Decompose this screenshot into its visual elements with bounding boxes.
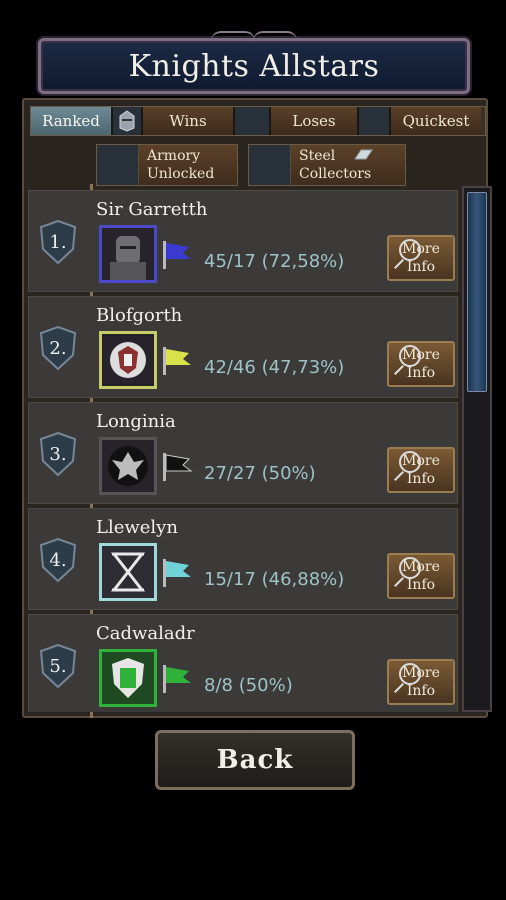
filter-label: Armory Unlocked [139,145,237,185]
player-name: Sir Garretth [96,199,208,220]
banner-flag-icon [163,559,191,587]
title-banner: Knights Allstars [38,31,470,94]
crest-avatar-icon [99,331,157,389]
shield-icon: 2. [37,325,79,371]
win-loss-score: 15/17 (46,88%) [204,569,345,590]
magnifier-icon [399,663,421,685]
tab-wins[interactable]: Wins [143,107,235,135]
rank-number: 3. [49,443,67,465]
shield-icon: 1. [37,219,79,265]
banner-flag-icon [163,665,191,693]
tab-loses[interactable]: Loses [271,107,359,135]
filter-label: Steel Collectors [291,145,405,185]
eagle-avatar-icon [99,437,157,495]
player-name: Blofgorth [96,305,183,326]
player-name: Longinia [96,411,176,432]
filter-armory-unlocked[interactable]: Armory Unlocked [96,144,238,186]
tab-icon-slot [235,107,271,135]
more-info-button[interactable]: More Info [387,341,455,387]
hourglass-avatar-icon [99,543,157,601]
win-loss-score: 45/17 (72,58%) [204,251,345,272]
win-loss-score: 27/27 (50%) [204,463,316,484]
tab-label: Quickest [402,112,470,130]
table-row: 3. Longinia 27/27 (50%) More Info [28,402,458,504]
tab-quickest[interactable]: Quickest [391,107,481,135]
steel-ingot-icon [354,149,373,160]
magnifier-icon [399,451,421,473]
filter-checkbox[interactable] [97,145,139,185]
rank-number: 1. [49,231,67,253]
back-label: Back [216,745,294,775]
magnifier-icon [399,345,421,367]
magnifier-icon [399,557,421,579]
shield-icon: 4. [37,537,79,583]
list-scrollbar[interactable] [462,186,492,712]
shield-icon: 5. [37,643,79,689]
back-button[interactable]: Back [155,730,355,790]
win-loss-score: 8/8 (50%) [204,675,293,696]
banner-flag-icon [163,241,191,269]
scrollbar-thumb[interactable] [467,192,487,392]
shield-icon: 3. [37,431,79,477]
rank-number: 5. [49,655,67,677]
filter-row: Armory Unlocked Steel Collectors [96,144,406,186]
tab-label: Ranked [42,112,100,130]
banner-flag-icon [163,453,193,481]
tab-ranked[interactable]: Ranked [31,107,113,135]
win-loss-score: 42/46 (47,73%) [204,357,345,378]
sort-tabs: Ranked Wins Loses Quickest [30,106,486,136]
page-title: Knights Allstars [128,48,380,84]
more-info-button[interactable]: More Info [387,553,455,599]
knight-helmet-icon [113,107,143,135]
tab-label: Loses [292,112,336,130]
player-name: Cadwaladr [96,623,195,644]
ranking-list: 1. Sir Garretth 45/17 (72,58%) More Info… [28,190,460,712]
more-info-button[interactable]: More Info [387,659,455,705]
table-row: 2. Blofgorth 42/46 (47,73%) More Info [28,296,458,398]
magnifier-icon [399,239,421,261]
tab-icon-slot [359,107,391,135]
shield-avatar-icon [99,649,157,707]
more-info-button[interactable]: More Info [387,447,455,493]
table-row: 5. Cadwaladr 8/8 (50%) More Info [28,614,458,712]
knight-avatar-icon [99,225,157,283]
table-row: 4. Llewelyn 15/17 (46,88%) More Info [28,508,458,610]
filter-steel-collectors[interactable]: Steel Collectors [248,144,406,186]
tab-label: Wins [169,112,207,130]
player-name: Llewelyn [96,517,178,538]
rank-number: 4. [49,549,67,571]
table-row: 1. Sir Garretth 45/17 (72,58%) More Info [28,190,458,292]
banner-flag-icon [163,347,191,375]
more-info-button[interactable]: More Info [387,235,455,281]
filter-checkbox[interactable] [249,145,291,185]
rank-number: 2. [49,337,67,359]
